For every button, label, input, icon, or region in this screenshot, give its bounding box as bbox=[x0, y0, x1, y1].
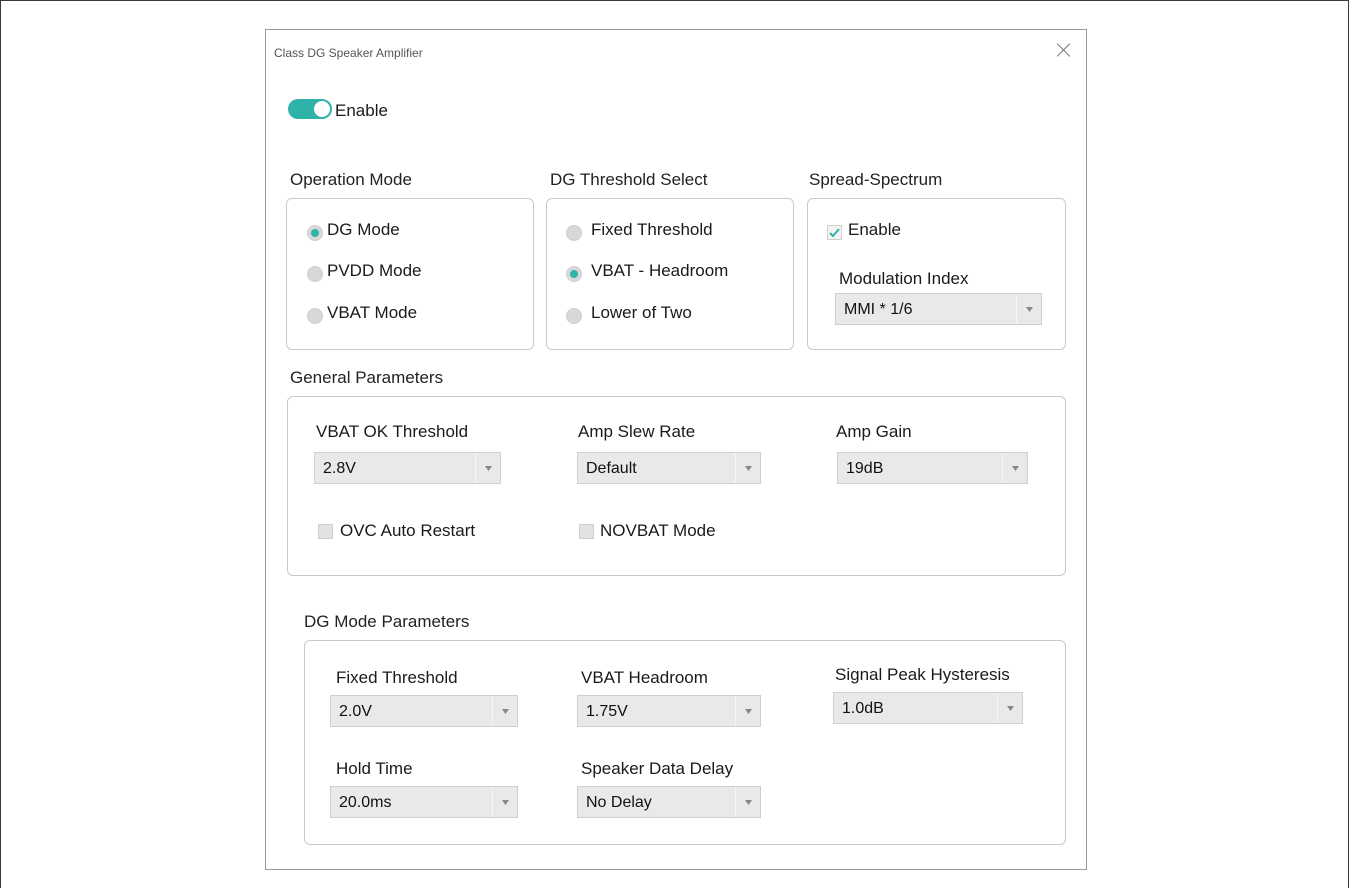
data-delay-select[interactable]: No Delay bbox=[577, 786, 761, 818]
enable-toggle[interactable] bbox=[288, 99, 332, 119]
operation-mode-heading: Operation Mode bbox=[290, 170, 412, 189]
chevron-down-icon bbox=[735, 787, 760, 817]
select-value: Default bbox=[586, 460, 637, 477]
radio-label: Fixed Threshold bbox=[591, 220, 713, 239]
window-title: Class DG Speaker Amplifier bbox=[274, 46, 423, 60]
radio-pvdd-mode[interactable] bbox=[307, 266, 323, 282]
spread-enable-label: Enable bbox=[848, 220, 901, 239]
radio-vbat-headroom[interactable] bbox=[566, 266, 582, 282]
operation-mode-group: DG Mode PVDD Mode VBAT Mode bbox=[286, 198, 534, 350]
chevron-down-icon bbox=[735, 453, 760, 483]
dg-mode-parameters-group: Fixed Threshold 2.0V VBAT Headroom 1.75V… bbox=[304, 640, 1066, 845]
hysteresis-label: Signal Peak Hysteresis bbox=[835, 665, 1010, 684]
novbat-mode-checkbox[interactable] bbox=[579, 524, 594, 539]
spread-spectrum-heading: Spread-Spectrum bbox=[809, 170, 943, 189]
radio-dg-mode[interactable] bbox=[307, 225, 323, 241]
amp-gain-label: Amp Gain bbox=[836, 422, 912, 441]
chevron-down-icon bbox=[492, 787, 517, 817]
select-value: 20.0ms bbox=[339, 794, 392, 811]
vbat-headroom-select[interactable]: 1.75V bbox=[577, 695, 761, 727]
slew-rate-select[interactable]: Default bbox=[577, 452, 761, 484]
checkmark-icon bbox=[829, 228, 840, 238]
radio-vbat-mode[interactable] bbox=[307, 308, 323, 324]
modulation-index-select[interactable]: MMI * 1/6 bbox=[835, 293, 1042, 325]
chevron-down-icon bbox=[997, 693, 1022, 723]
close-icon[interactable] bbox=[1054, 40, 1074, 60]
toggle-knob bbox=[314, 101, 330, 117]
vbat-ok-select[interactable]: 2.8V bbox=[314, 452, 501, 484]
radio-label: Lower of Two bbox=[591, 303, 692, 322]
select-value: MMI * 1/6 bbox=[844, 301, 913, 318]
hold-time-select[interactable]: 20.0ms bbox=[330, 786, 518, 818]
novbat-mode-label: NOVBAT Mode bbox=[600, 521, 716, 540]
select-value: 1.0dB bbox=[842, 700, 884, 717]
vbat-ok-label: VBAT OK Threshold bbox=[316, 422, 469, 441]
amp-gain-select[interactable]: 19dB bbox=[837, 452, 1028, 484]
vbat-headroom-label: VBAT Headroom bbox=[581, 668, 708, 687]
enable-label: Enable bbox=[335, 101, 388, 120]
dialog-window: Class DG Speaker Amplifier Enable Operat… bbox=[265, 29, 1087, 870]
select-value: 2.0V bbox=[339, 703, 372, 720]
radio-lower-of-two[interactable] bbox=[566, 308, 582, 324]
spread-enable-checkbox[interactable] bbox=[827, 225, 842, 240]
select-value: 2.8V bbox=[323, 460, 356, 477]
dg-mode-parameters-heading: DG Mode Parameters bbox=[304, 612, 470, 631]
slew-rate-label: Amp Slew Rate bbox=[578, 422, 696, 441]
fixed-threshold-select[interactable]: 2.0V bbox=[330, 695, 518, 727]
chevron-down-icon bbox=[1016, 294, 1041, 324]
general-parameters-heading: General Parameters bbox=[290, 368, 444, 387]
modulation-index-label: Modulation Index bbox=[839, 269, 969, 288]
chevron-down-icon bbox=[1002, 453, 1027, 483]
data-delay-label: Speaker Data Delay bbox=[581, 759, 734, 778]
radio-fixed-threshold[interactable] bbox=[566, 225, 582, 241]
spread-spectrum-group: Enable Modulation Index MMI * 1/6 bbox=[807, 198, 1066, 350]
chevron-down-icon bbox=[475, 453, 500, 483]
select-value: No Delay bbox=[586, 794, 652, 811]
radio-label: DG Mode bbox=[327, 220, 400, 239]
dg-threshold-group: Fixed Threshold VBAT - Headroom Lower of… bbox=[546, 198, 794, 350]
radio-label: VBAT - Headroom bbox=[591, 261, 729, 280]
chevron-down-icon bbox=[492, 696, 517, 726]
hysteresis-select[interactable]: 1.0dB bbox=[833, 692, 1023, 724]
radio-label: VBAT Mode bbox=[327, 303, 418, 322]
hold-time-label: Hold Time bbox=[336, 759, 413, 778]
dg-threshold-heading: DG Threshold Select bbox=[550, 170, 708, 189]
ovc-auto-restart-label: OVC Auto Restart bbox=[340, 521, 476, 540]
select-value: 1.75V bbox=[586, 703, 628, 720]
chevron-down-icon bbox=[735, 696, 760, 726]
ovc-auto-restart-checkbox[interactable] bbox=[318, 524, 333, 539]
fixed-threshold-label: Fixed Threshold bbox=[336, 668, 458, 687]
radio-label: PVDD Mode bbox=[327, 261, 422, 280]
general-parameters-group: VBAT OK Threshold 2.8V Amp Slew Rate Def… bbox=[287, 396, 1066, 576]
select-value: 19dB bbox=[846, 460, 884, 477]
